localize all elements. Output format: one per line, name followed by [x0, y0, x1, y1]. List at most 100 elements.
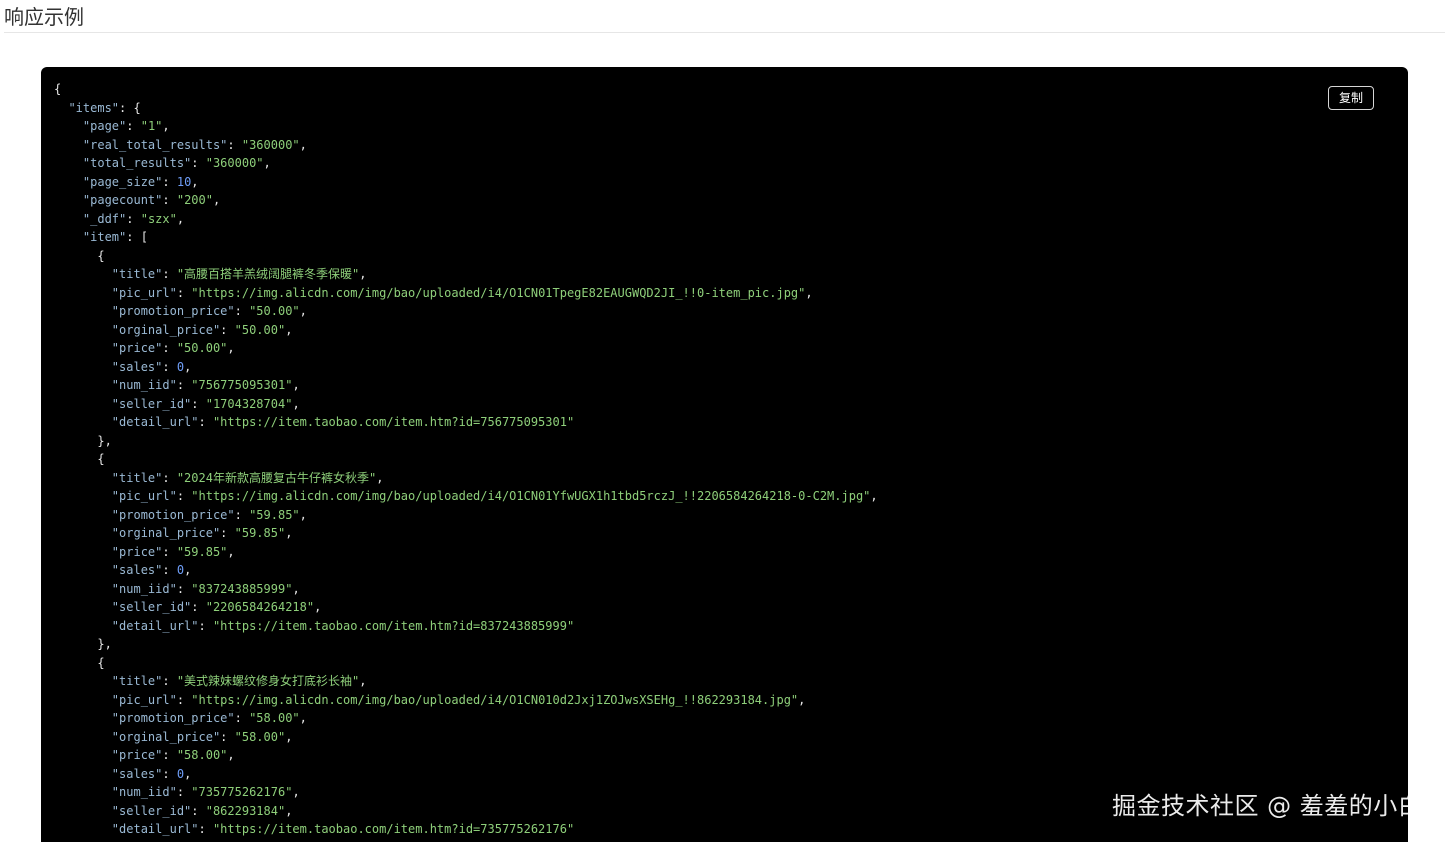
code-token: "page_size" — [82, 174, 163, 189]
code-token: : — [176, 692, 192, 707]
code-token: : — [162, 470, 177, 485]
code-token: "50.00" — [234, 322, 286, 337]
code-line: "detail_url": "https://item.taobao.com/i… — [54, 820, 878, 839]
code-line: "page": "1", — [54, 117, 878, 136]
code-token: "_ddf" — [82, 211, 127, 226]
code-token: "https://img.alicdn.com/img/bao/uploaded… — [191, 489, 871, 503]
code-line: "seller_id": "1704328704", — [54, 395, 878, 414]
code-line: "sales": 0, — [54, 765, 878, 784]
code-token: : — [162, 563, 177, 577]
code-token: "orginal_price" — [111, 526, 221, 540]
code-token: , — [798, 692, 806, 707]
code-token: { — [54, 655, 105, 670]
code-token: "seller_id" — [111, 803, 192, 818]
code-token: "1704328704" — [205, 396, 293, 411]
code-token: "pic_url" — [111, 489, 177, 503]
code-token: : — [234, 711, 250, 725]
code-token: "seller_id" — [111, 396, 192, 411]
code-token: 10 — [176, 174, 192, 189]
code-token: : — [162, 674, 177, 688]
code-token: , — [263, 156, 271, 170]
code-token: , — [359, 267, 367, 281]
code-line: "pic_url": "https://img.alicdn.com/img/b… — [54, 487, 878, 506]
code-token: , — [285, 803, 293, 818]
code-token: : — [191, 600, 206, 614]
code-token: }, — [54, 637, 112, 651]
code-token: , — [227, 544, 235, 559]
code-token: : { — [119, 100, 141, 115]
code-token: "price" — [111, 341, 163, 355]
code-token: "https://img.alicdn.com/img/bao/uploaded… — [191, 692, 799, 707]
code-token: : — [162, 267, 177, 281]
code-token: { — [54, 452, 105, 466]
code-token: "59.85" — [249, 507, 300, 522]
code-line: "title": "2024年新款高腰复古牛仔裤女秋季", — [54, 469, 878, 488]
code-token: : — [176, 581, 192, 596]
code-token: "sales" — [111, 563, 163, 577]
code-line: }, — [54, 635, 878, 654]
code-token: "page" — [82, 119, 127, 133]
code-token: "https://item.taobao.com/item.htm?id=837… — [212, 618, 575, 633]
code-token: : — [126, 119, 141, 133]
code-token: , — [184, 766, 192, 781]
code-token: "sales" — [111, 359, 163, 374]
code-token: "200" — [176, 193, 213, 207]
code-token: "num_iid" — [111, 785, 177, 799]
code-token: , — [191, 174, 199, 189]
code-token: "58.00" — [234, 729, 286, 744]
code-line: "total_results": "360000", — [54, 154, 878, 173]
code-token: "高腰百搭羊羔绒阔腿裤冬季保暖" — [176, 267, 360, 281]
code-line: "title": "美式辣妹螺纹修身女打底衫长袖", — [54, 672, 878, 691]
code-token: { — [54, 248, 105, 263]
code-token: }, — [54, 433, 112, 448]
code-line: "orginal_price": "50.00", — [54, 321, 878, 340]
code-line: "item": [ — [54, 228, 878, 247]
code-token: , — [227, 748, 235, 762]
code-token: "detail_url" — [111, 618, 199, 633]
code-token: , — [292, 581, 300, 596]
code-line: "detail_url": "https://item.taobao.com/i… — [54, 617, 878, 636]
code-token: "pic_url" — [111, 692, 177, 707]
code-token: : — [126, 211, 141, 226]
code-token: "item" — [82, 230, 127, 244]
code-token: , — [870, 489, 878, 503]
code-token: 0 — [176, 766, 185, 781]
code-line: "num_iid": "735775262176", — [54, 783, 878, 802]
code-token: "detail_url" — [111, 415, 199, 429]
code-token: "promotion_price" — [111, 711, 235, 725]
code-line: "page_size": 10, — [54, 173, 878, 192]
code-token: , — [299, 304, 307, 318]
code-token: : — [191, 803, 206, 818]
code-token: "735775262176" — [191, 785, 293, 799]
code-token: "https://item.taobao.com/item.htm?id=756… — [212, 415, 575, 429]
code-token: "360000" — [241, 137, 300, 152]
code-token: : — [176, 489, 192, 503]
code-token: "price" — [111, 544, 163, 559]
code-token: 0 — [176, 359, 185, 374]
code-token: : — [176, 785, 192, 799]
code-token: , — [212, 193, 221, 207]
copy-button[interactable]: 复制 — [1328, 86, 1374, 110]
code-line: "_ddf": "szx", — [54, 210, 878, 229]
code-token: "total_results" — [82, 156, 192, 170]
code-token: 0 — [176, 563, 185, 577]
code-line: "promotion_price": "58.00", — [54, 709, 878, 728]
